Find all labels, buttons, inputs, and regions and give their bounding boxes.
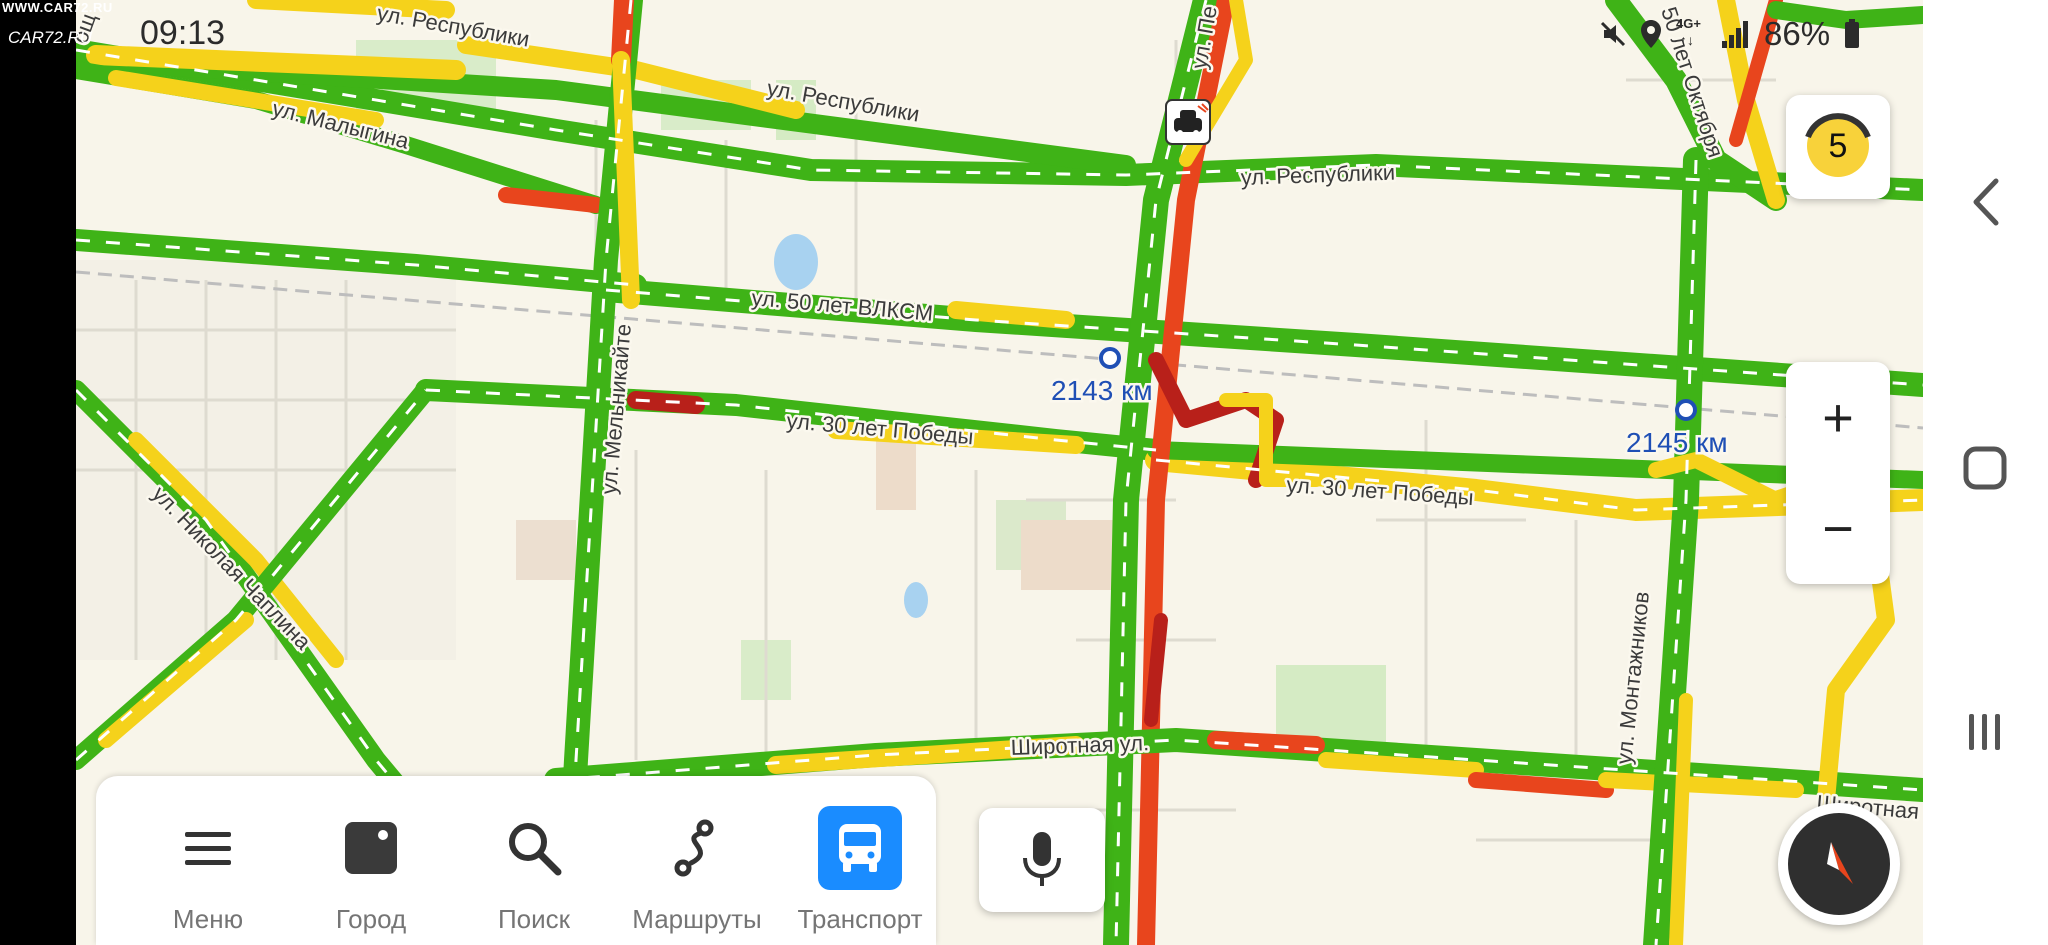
menu-icon [185, 832, 231, 865]
tab-routes-icon-wrap [655, 806, 739, 890]
tab-search[interactable]: Поиск [454, 786, 614, 945]
zoom-out-icon: − [1822, 498, 1854, 559]
left-black-bar [0, 0, 76, 945]
km-label-2145: 2145 км [1626, 427, 1728, 458]
recents-icon [1969, 714, 2000, 750]
city-icon [345, 822, 397, 874]
tab-menu-label: Меню [172, 904, 244, 934]
battery-icon [1845, 19, 1860, 48]
km-marker-2145[interactable]: 2145 км [1624, 399, 1730, 461]
screen: ул. Республики ул. Республики ул. Респуб… [0, 0, 2048, 945]
tab-menu-icon-wrap [166, 806, 250, 890]
status-icons: 4G+ ↑↓ 86% [1600, 12, 1870, 56]
tab-routes[interactable]: Маршруты [617, 786, 777, 945]
route-icon [674, 819, 714, 877]
tab-menu[interactable]: Меню [128, 786, 288, 945]
tab-transport-label: Транспорт [797, 904, 923, 934]
zoom-in-button[interactable]: + [1786, 362, 1890, 473]
back-button[interactable] [1953, 170, 2017, 234]
tab-routes-label: Маршруты [632, 904, 762, 934]
km-label-2143: 2143 км [1051, 375, 1153, 406]
mute-icon [1600, 21, 1626, 47]
network-label: 4G+ [1676, 16, 1701, 31]
street-label-respubliki-ne: ул. Республики [1240, 160, 1395, 190]
location-icon [1641, 20, 1661, 48]
watermark-logo: CAR72.RU [8, 28, 93, 47]
tab-city[interactable]: Город [291, 786, 451, 945]
watermark-url: WWW.CAR72.RU [2, 0, 113, 15]
tab-search-label: Поиск [497, 904, 571, 934]
home-button[interactable] [1953, 436, 2017, 500]
traffic-level-button[interactable]: 5 [1786, 95, 1890, 199]
watermark: WWW.CAR72.RU CAR72.RU [0, 0, 130, 50]
navigation-arrow-icon [1827, 842, 1853, 884]
zoom-in-icon: + [1822, 387, 1854, 448]
chevron-left-icon [1973, 178, 1999, 226]
tab-city-label: Город [335, 904, 407, 934]
street-label-montazhnikov: ул. Монтажников [1611, 590, 1654, 765]
traffic-arc-icon [1805, 113, 1871, 139]
status-time: 09:13 [140, 14, 226, 52]
tab-transport-icon-wrap [818, 806, 902, 890]
bus-icon [839, 824, 881, 872]
search-icon [509, 823, 562, 876]
compass-button[interactable] [1778, 803, 1900, 925]
street-label-shirotnaya: Широтная ул. [1010, 730, 1149, 760]
bottom-tab-bar: Меню Город Поиск Маршруты Транспорт [96, 776, 936, 945]
accident-icon[interactable] [1165, 99, 1211, 145]
tab-city-icon-wrap [329, 806, 413, 890]
tab-transport[interactable]: Транспорт [780, 786, 940, 945]
home-square-icon [1963, 446, 2007, 490]
tab-search-icon-wrap [492, 806, 576, 890]
voice-search-button[interactable] [979, 808, 1105, 912]
compass-dial [1788, 813, 1890, 915]
zoom-out-button[interactable]: − [1786, 473, 1890, 584]
network-arrows: ↑↓ [1680, 32, 1694, 48]
microphone-icon [1023, 832, 1061, 886]
signal-icon [1722, 21, 1748, 48]
system-nav-bar [1923, 0, 2048, 945]
zoom-controls: + − [1786, 362, 1890, 584]
battery-percent: 86% [1764, 15, 1831, 52]
recents-button[interactable] [1953, 700, 2017, 764]
network-4g-icon: 4G+ ↑↓ [1676, 16, 1706, 52]
